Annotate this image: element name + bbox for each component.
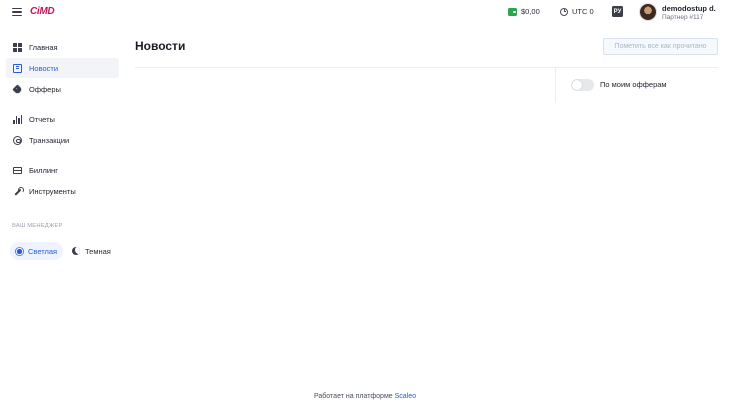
top-header: CiMD $0,00 UTC 0 РУ demodostup d. Партне… [0, 0, 730, 24]
sidebar-item-label: Отчеты [29, 114, 55, 124]
avatar[interactable] [639, 3, 657, 21]
page-title: Новости [135, 39, 186, 53]
footer-text: Работает на платформе [313, 393, 393, 400]
timezone-label: UTC 0 [572, 7, 594, 16]
sun-icon [16, 248, 23, 254]
sidebar-item-label: Главная [29, 42, 58, 52]
sidebar-item-label: Новости [29, 63, 59, 73]
moon-icon [72, 247, 80, 255]
manager-section-label: ВАШ МЕНЕДЖЕР [12, 223, 63, 229]
partner-id: Партнер #117 [662, 14, 704, 21]
footer: Работает на платформе Scaleo [0, 393, 730, 400]
wallet-icon [508, 7, 517, 16]
clock-icon [560, 7, 568, 16]
balance-widget[interactable]: $0,00 [508, 7, 540, 16]
sidebar-item-tools[interactable]: Инструменты [6, 181, 119, 201]
sidebar-item-label: Офферы [29, 84, 61, 94]
sidebar-item-label: Биллинг [29, 165, 58, 175]
tag-icon [12, 83, 23, 95]
platform-link[interactable]: Scaleo [395, 393, 416, 400]
theme-light-button[interactable]: Светлая [10, 242, 64, 260]
sidebar-item-transactions[interactable]: Транзакции [6, 130, 119, 150]
sidebar-item-offers[interactable]: Офферы [6, 79, 119, 99]
balance-amount: $0,00 [521, 7, 540, 16]
user-name[interactable]: demodostup d. [662, 4, 716, 13]
my-offers-toggle[interactable] [571, 79, 594, 91]
news-icon [13, 63, 22, 73]
brand-logo[interactable]: CiMD [30, 6, 55, 17]
hamburger-menu-icon[interactable] [12, 8, 22, 16]
sidebar-item-label: Транзакции [29, 135, 70, 145]
sidebar-item-reports[interactable]: Отчеты [6, 109, 119, 129]
mark-all-read-button[interactable]: Пометить все как прочитано [603, 38, 718, 55]
sidebar-item-label: Инструменты [29, 186, 76, 196]
bar-chart-icon [13, 114, 22, 124]
dashboard-icon [13, 42, 22, 52]
theme-dark-button[interactable]: Темная [66, 242, 117, 260]
theme-light-label: Светлая [28, 246, 58, 256]
fingerprint-icon [13, 135, 22, 145]
timezone-widget[interactable]: UTC 0 [560, 7, 594, 16]
filter-panel-divider [555, 67, 556, 103]
sidebar-item-home[interactable]: Главная [6, 37, 119, 57]
wrench-icon [13, 186, 24, 196]
my-offers-toggle-label: По моим офферам [600, 80, 667, 89]
content-divider [135, 67, 718, 68]
sidebar-item-news[interactable]: Новости [6, 58, 119, 78]
theme-dark-label: Темная [85, 246, 111, 256]
credit-card-icon [13, 167, 22, 174]
sidebar-item-billing[interactable]: Биллинг [6, 160, 119, 180]
language-switcher[interactable]: РУ [612, 6, 623, 17]
